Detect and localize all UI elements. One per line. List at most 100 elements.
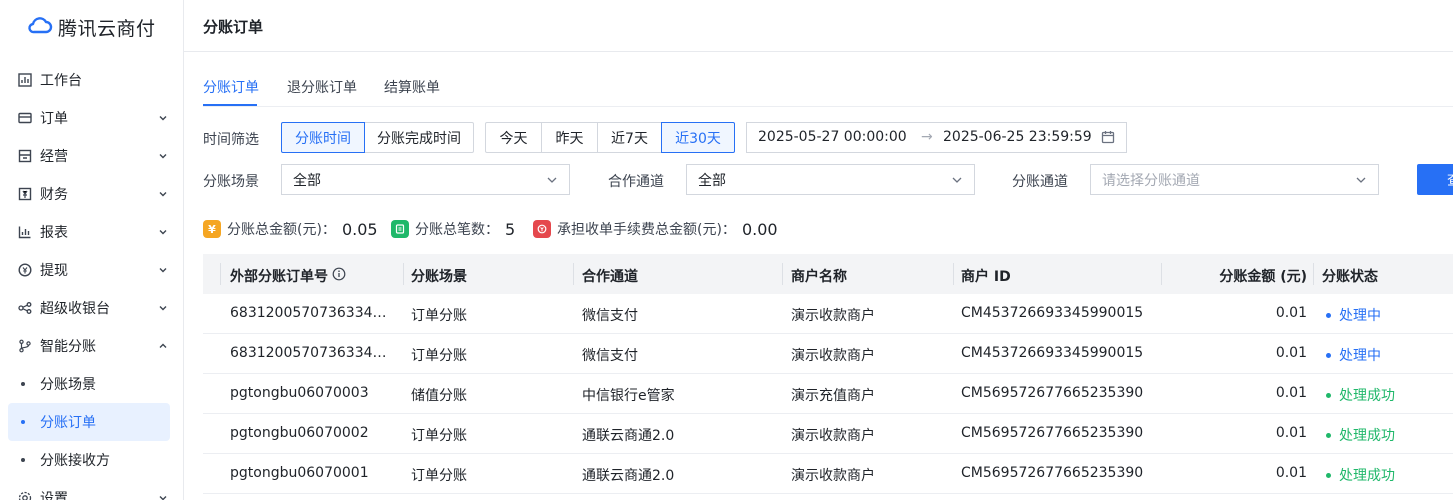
sidebar-item-label: 财务 bbox=[40, 187, 68, 203]
cell-merchant-name: 演示收款商户 bbox=[791, 428, 875, 444]
sidebar-item-label: 超级收银台 bbox=[40, 301, 110, 317]
column-header-merchant-id: 商户 ID bbox=[961, 269, 1011, 285]
chevron-down-icon bbox=[156, 149, 170, 163]
bullet-icon bbox=[21, 458, 25, 462]
quick-range-30days[interactable]: 近30天 bbox=[661, 122, 735, 153]
table-row[interactable]: pgtongbu06070001 订单分账 通联云商通2.0 演示收款商户 CM… bbox=[203, 454, 1453, 494]
quick-range-7days[interactable]: 近7天 bbox=[597, 122, 662, 153]
status-dot-icon bbox=[1326, 432, 1331, 438]
quick-range-today[interactable]: 今天 bbox=[485, 122, 542, 153]
sidebar-item-cashier[interactable]: 超级收银台 bbox=[8, 289, 170, 327]
tab-bar: 分账订单 退分账订单 结算账单 bbox=[203, 52, 1453, 107]
sidebar-subitem-split-scene[interactable]: 分账场景 bbox=[8, 365, 170, 403]
summary-label: 分账总笔数： bbox=[415, 222, 499, 238]
table-row[interactable]: 683120057073633466... 订单分账 微信支付 演示收款商户 C… bbox=[203, 294, 1453, 334]
sidebar-item-withdraw[interactable]: 提现 bbox=[8, 251, 170, 289]
status-text: 处理成功 bbox=[1339, 468, 1395, 484]
status-badge: 处理成功 bbox=[1326, 385, 1395, 405]
scene-filter-label: 分账场景 bbox=[203, 174, 259, 190]
chevron-down-icon bbox=[545, 173, 559, 187]
cell-merchant-id: CM453726693345990015 bbox=[961, 305, 1144, 321]
column-header-order-no: 外部分账订单号 bbox=[230, 269, 328, 285]
table-header: 外部分账订单号 分账场景 合作通道 商户名称 商户 ID 分账金额 (元) 分账… bbox=[203, 254, 1453, 294]
chevron-down-icon bbox=[156, 225, 170, 239]
sidebar-item-smart-split[interactable]: 智能分账 bbox=[8, 327, 170, 365]
column-separator bbox=[953, 263, 954, 285]
dashboard-icon bbox=[17, 72, 33, 88]
calendar-icon bbox=[1101, 130, 1115, 148]
status-badge: 处理中 bbox=[1326, 305, 1381, 325]
brand[interactable]: 腾讯云商付 bbox=[27, 13, 156, 41]
yen-circle-icon bbox=[17, 262, 33, 278]
sidebar-subitem-label: 分账场景 bbox=[40, 377, 96, 393]
bar-chart-icon bbox=[17, 224, 33, 240]
sidebar-subitem-label: 分账订单 bbox=[40, 415, 96, 431]
sidebar-item-label: 提现 bbox=[40, 263, 68, 279]
sidebar-item-label: 智能分账 bbox=[40, 339, 96, 355]
split-channel-select[interactable]: 请选择分账通道 bbox=[1090, 164, 1379, 195]
sidebar-item-label: 经营 bbox=[40, 149, 68, 165]
sidebar-item-label: 工作台 bbox=[40, 73, 82, 89]
chevron-down-icon bbox=[156, 491, 170, 500]
store-icon bbox=[17, 148, 33, 164]
sidebar-item-workbench[interactable]: 工作台 bbox=[8, 61, 170, 99]
time-type-split-time[interactable]: 分账时间 bbox=[281, 122, 365, 153]
sidebar-item-operations[interactable]: 经营 bbox=[8, 137, 170, 175]
cell-channel: 通联云商通2.0 bbox=[582, 468, 675, 484]
cell-scene: 订单分账 bbox=[411, 348, 467, 364]
table-row[interactable]: 683120057073633466... 订单分账 微信支付 演示收款商户 C… bbox=[203, 334, 1453, 374]
cell-scene: 订单分账 bbox=[411, 428, 467, 444]
cell-scene: 储值分账 bbox=[411, 388, 467, 404]
chevron-down-icon bbox=[1354, 173, 1368, 187]
cloud-logo-icon bbox=[27, 16, 53, 38]
info-icon[interactable] bbox=[332, 267, 346, 285]
scene-select[interactable]: 全部 bbox=[281, 164, 570, 195]
table-row[interactable]: pgtongbu06070002 订单分账 通联云商通2.0 演示收款商户 CM… bbox=[203, 414, 1453, 454]
date-range-picker[interactable]: 2025-05-27 00:00:00 → 2025-06-25 23:59:5… bbox=[746, 122, 1127, 153]
sidebar-item-orders[interactable]: 订单 bbox=[8, 99, 170, 137]
column-header-merchant-name: 商户名称 bbox=[791, 269, 847, 285]
split-channel-placeholder: 请选择分账通道 bbox=[1102, 172, 1200, 189]
tab-split-orders[interactable]: 分账订单 bbox=[203, 77, 259, 97]
page-title: 分账订单 bbox=[203, 18, 264, 36]
cell-merchant-id: CM453726693345990015 bbox=[961, 345, 1144, 361]
cell-order-no: pgtongbu06070003 bbox=[230, 385, 369, 401]
chevron-down-icon bbox=[156, 301, 170, 315]
query-button[interactable]: 查 bbox=[1417, 164, 1453, 195]
column-separator bbox=[573, 263, 574, 285]
cell-scene: 订单分账 bbox=[411, 308, 467, 324]
date-end[interactable]: 2025-06-25 23:59:59 bbox=[943, 129, 1092, 145]
sidebar-item-reports[interactable]: 报表 bbox=[8, 213, 170, 251]
nodes-icon bbox=[17, 300, 33, 316]
fee-icon bbox=[533, 220, 551, 238]
main-panel: 分账订单 退分账订单 结算账单 时间筛选 分账时间 分账完成时间 今天 昨天 近… bbox=[184, 52, 1453, 500]
channel-select[interactable]: 全部 bbox=[686, 164, 975, 195]
cell-channel: 微信支付 bbox=[582, 308, 638, 324]
summary-value: 0.00 bbox=[741, 219, 778, 239]
column-separator bbox=[782, 263, 783, 285]
table-row[interactable]: pgtongbu06070003 储值分账 中信银行e管家 演示充值商户 CM5… bbox=[203, 374, 1453, 414]
cell-amount: 0.01 bbox=[1275, 425, 1307, 441]
time-type-complete-time[interactable]: 分账完成时间 bbox=[364, 122, 474, 153]
sidebar-item-settings[interactable]: 设置 bbox=[8, 479, 170, 500]
summary-label: 承担收单手续费总金额(元)： bbox=[557, 222, 736, 238]
status-badge: 处理中 bbox=[1326, 345, 1381, 365]
chevron-up-icon bbox=[156, 339, 170, 353]
page-header: 分账订单 bbox=[184, 0, 1453, 52]
sidebar-subitem-split-receivers[interactable]: 分账接收方 bbox=[8, 441, 170, 479]
cell-merchant-id: CM569572677665235390 bbox=[961, 385, 1144, 401]
column-separator bbox=[403, 263, 404, 285]
column-header-status: 分账状态 bbox=[1322, 269, 1378, 285]
sidebar-item-finance[interactable]: 财务 bbox=[8, 175, 170, 213]
tab-settlement-bills[interactable]: 结算账单 bbox=[384, 77, 440, 97]
tab-refund-split-orders[interactable]: 退分账订单 bbox=[287, 77, 357, 97]
status-dot-icon bbox=[1326, 352, 1331, 358]
quick-range-yesterday[interactable]: 昨天 bbox=[541, 122, 598, 153]
card-icon bbox=[17, 110, 33, 126]
summary-total-amount: ¥ 分账总金额(元)： 0.05 bbox=[203, 219, 378, 239]
sidebar-subitem-split-orders[interactable]: 分账订单 bbox=[8, 403, 170, 441]
cell-order-no: 683120057073633466... bbox=[230, 345, 392, 361]
status-dot-icon bbox=[1326, 392, 1331, 398]
date-start[interactable]: 2025-05-27 00:00:00 bbox=[758, 129, 907, 145]
status-dot-icon bbox=[1326, 312, 1331, 318]
